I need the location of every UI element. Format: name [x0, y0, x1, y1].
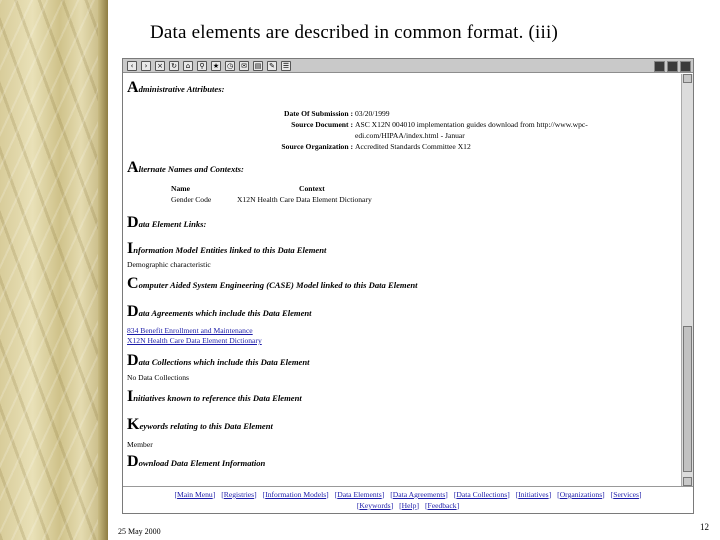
section-heading: omputer Aided System Engineering (CASE) …	[138, 280, 418, 290]
section-initial: D	[127, 303, 139, 320]
section-initial: D	[127, 453, 139, 470]
section-data-collections: Data Collections which include this Data…	[127, 351, 310, 371]
window-controls	[654, 61, 691, 72]
source-document-value-cont: edi.com/HIPAA/index.html - Januar	[355, 131, 465, 140]
mail-icon[interactable]: ✉	[239, 60, 249, 71]
section-heading: lternate Names and Contexts:	[138, 164, 244, 174]
scrollbar-thumb[interactable]	[683, 326, 692, 472]
section-initial: D	[127, 214, 139, 231]
history-icon[interactable]: ◷	[225, 60, 235, 71]
agreement-link[interactable]: 834 Benefit Enrollment and Maintenance	[127, 326, 253, 335]
scroll-down-icon[interactable]	[683, 477, 692, 486]
section-administrative-attributes: Administrative Attributes:	[127, 78, 224, 98]
date-of-submission-value: 03/20/1999	[355, 109, 390, 118]
back-icon[interactable]: ‹	[127, 60, 137, 71]
information-model-item: Demographic characteristic	[127, 260, 211, 269]
section-initial: A	[127, 79, 139, 96]
alternate-context-cell: X12N Health Care Data Element Dictionary	[237, 195, 372, 204]
column-header-context: Context	[299, 184, 325, 193]
source-organization-value: Accredited Standards Committee X12	[355, 142, 471, 151]
scroll-up-icon[interactable]	[683, 74, 692, 83]
section-initial: A	[127, 159, 139, 176]
nav-registries[interactable]: [Registries]	[221, 490, 256, 499]
close-icon[interactable]	[680, 61, 691, 72]
section-heading: ata Collections which include this Data …	[138, 357, 310, 367]
maximize-icon[interactable]	[667, 61, 678, 72]
section-heading: nitiatives known to reference this Data …	[133, 393, 302, 403]
forward-icon[interactable]: ›	[141, 60, 151, 71]
agreement-link[interactable]: X12N Health Care Data Element Dictionary	[127, 336, 262, 345]
stop-icon[interactable]: ×	[155, 60, 165, 71]
source-document-value: ASC X12N 004010 implementation guides do…	[355, 120, 588, 129]
date-of-submission-label: Date Of Submission :	[284, 109, 353, 118]
section-information-model: Information Model Entities linked to thi…	[127, 239, 326, 259]
source-document-label: Source Document :	[291, 120, 353, 129]
section-initiatives: Initiatives known to reference this Data…	[127, 387, 302, 407]
favorites-icon[interactable]: ★	[211, 60, 221, 71]
page-content: Administrative Attributes: Date Of Submi…	[127, 74, 678, 484]
section-heading: ownload Data Element Information	[138, 458, 266, 468]
nav-organizations[interactable]: [Organizations]	[557, 490, 605, 499]
slide-page-number: 12	[700, 522, 709, 532]
site-navigation-bar: [Main Menu] [Registries] [Information Mo…	[123, 486, 693, 513]
section-heading: eywords relating to this Data Element	[139, 421, 273, 431]
section-download: Download Data Element Information	[127, 452, 265, 472]
section-heading: dministrative Attributes:	[138, 84, 225, 94]
browser-toolbar: ‹ › × ↻ ⌂ ⚲ ★ ◷ ✉ ▤ ✎ ☰	[123, 59, 693, 73]
slide-title: Data elements are described in common fo…	[150, 22, 558, 43]
search-icon[interactable]: ⚲	[197, 60, 207, 71]
nav-services[interactable]: [Services]	[611, 490, 642, 499]
source-organization-label: Source Organization :	[281, 142, 353, 151]
section-initial: C	[127, 275, 139, 292]
section-data-agreements: Data Agreements which include this Data …	[127, 302, 312, 322]
nav-help[interactable]: [Help]	[399, 501, 419, 510]
nav-data-agreements[interactable]: [Data Agreements]	[390, 490, 448, 499]
nav-row-secondary: [Keywords] [Help] [Feedback]	[123, 501, 693, 510]
minimize-icon[interactable]	[654, 61, 665, 72]
section-keywords: Keywords relating to this Data Element	[127, 415, 273, 435]
refresh-icon[interactable]: ↻	[169, 60, 179, 71]
decorative-band-edge	[98, 0, 108, 540]
section-initial: K	[127, 416, 140, 433]
section-initial: D	[127, 352, 139, 369]
nav-data-elements[interactable]: [Data Elements]	[335, 490, 385, 499]
vertical-scrollbar[interactable]	[681, 74, 693, 486]
alternate-name-cell: Gender Code	[171, 195, 212, 204]
section-heading: ata Element Links:	[138, 219, 207, 229]
column-header-name: Name	[171, 184, 190, 193]
nav-keywords[interactable]: [Keywords]	[357, 501, 393, 510]
section-data-element-links: Data Element Links:	[127, 213, 206, 233]
nav-information-models[interactable]: [Information Models]	[263, 490, 329, 499]
home-icon[interactable]: ⌂	[183, 60, 193, 71]
decorative-marble-band	[0, 0, 108, 540]
section-alternate-names: Alternate Names and Contexts:	[127, 158, 244, 178]
data-collections-item: No Data Collections	[127, 373, 190, 382]
section-case-model: Computer Aided System Engineering (CASE)…	[127, 274, 418, 294]
keyword-item: Member	[127, 440, 153, 449]
section-heading: nformation Model Entities linked to this…	[133, 245, 327, 255]
print-icon[interactable]: ▤	[253, 60, 263, 71]
nav-initiatives[interactable]: [Initiatives]	[516, 490, 551, 499]
nav-feedback[interactable]: [Feedback]	[425, 501, 459, 510]
slide-date: 25 May 2000	[118, 527, 161, 536]
discuss-icon[interactable]: ☰	[281, 60, 291, 71]
browser-screenshot: ‹ › × ↻ ⌂ ⚲ ★ ◷ ✉ ▤ ✎ ☰ Administrative A…	[122, 58, 694, 514]
nav-main-menu[interactable]: [Main Menu]	[175, 490, 216, 499]
nav-row-primary: [Main Menu] [Registries] [Information Mo…	[123, 490, 693, 499]
section-heading: ata Agreements which include this Data E…	[138, 308, 312, 318]
edit-icon[interactable]: ✎	[267, 60, 277, 71]
nav-data-collections[interactable]: [Data Collections]	[454, 490, 510, 499]
